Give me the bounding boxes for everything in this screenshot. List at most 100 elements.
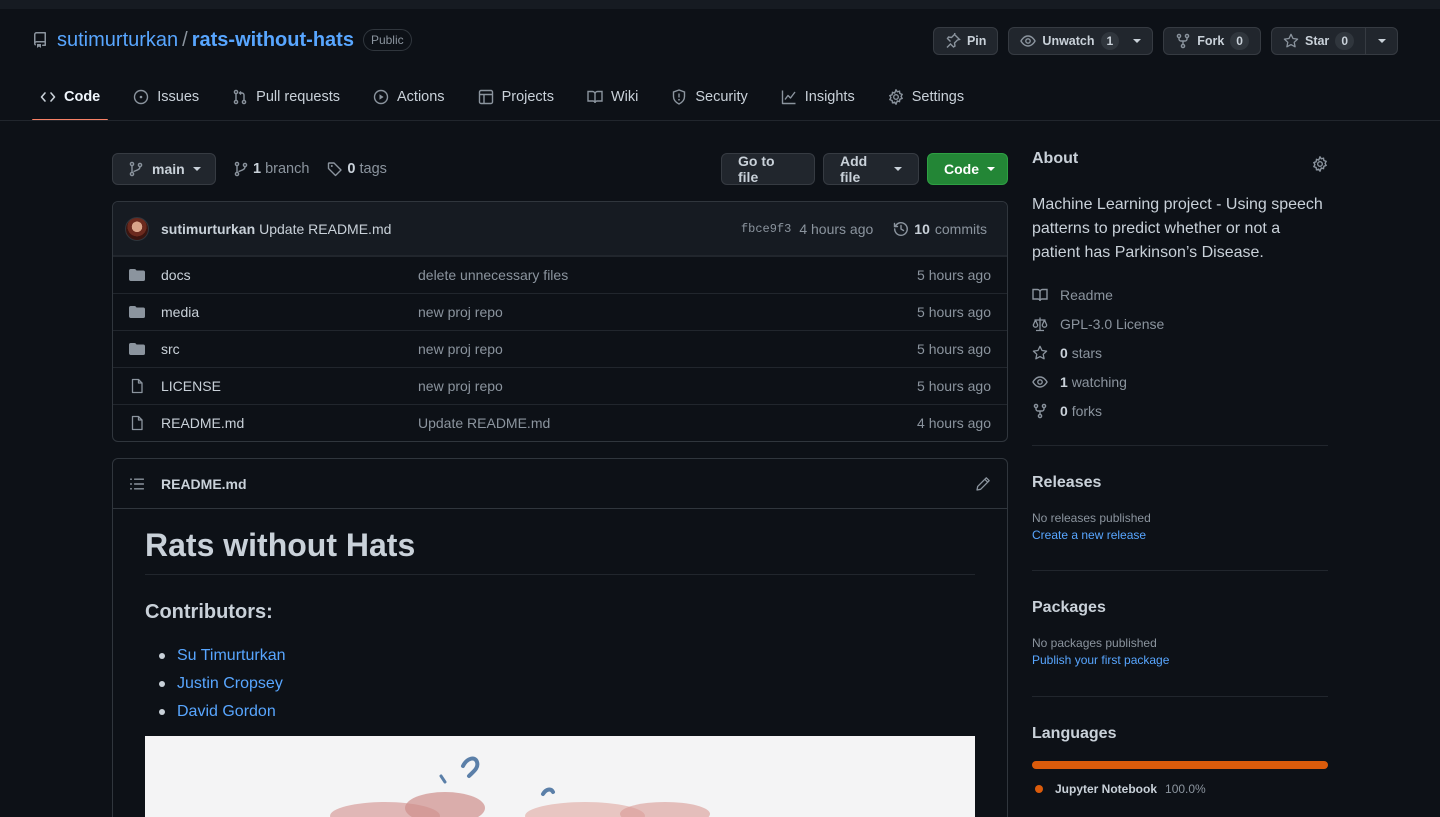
- tab-issues[interactable]: Issues: [125, 73, 207, 121]
- file-name[interactable]: src: [161, 341, 180, 357]
- branch-icon: [128, 161, 144, 177]
- stars-label: stars: [1071, 344, 1103, 361]
- code-button-label: Code: [944, 161, 979, 177]
- watch-count: 1: [1100, 32, 1120, 50]
- go-to-file-label: Go to file: [738, 153, 775, 185]
- repo-name-link[interactable]: rats-without-hats: [192, 29, 354, 52]
- gear-icon[interactable]: [1312, 156, 1328, 172]
- go-to-file-button[interactable]: Go to file: [721, 153, 815, 185]
- packages-empty-text: No packages published: [1032, 636, 1157, 650]
- tab-issues-label: Issues: [157, 89, 200, 105]
- contributor-link[interactable]: David Gordon: [177, 703, 276, 721]
- tab-wiki-label: Wiki: [610, 89, 639, 105]
- watchers-link[interactable]: 1 watching: [1032, 367, 1328, 396]
- list-item: David Gordon: [159, 698, 975, 726]
- branch-label: branch: [265, 161, 310, 177]
- readme-link[interactable]: Readme: [1032, 280, 1328, 309]
- readme-content: Rats without Hats Contributors: Su Timur…: [113, 509, 1007, 744]
- releases-heading[interactable]: Releases: [1032, 474, 1328, 492]
- file-commit-message[interactable]: delete unnecessary files: [418, 267, 568, 283]
- file-name[interactable]: media: [161, 304, 199, 320]
- readme-title: Rats without Hats: [145, 527, 975, 575]
- file-commit-message[interactable]: new proj repo: [418, 341, 503, 357]
- chevron-down-icon: [987, 167, 995, 171]
- file-name[interactable]: README.md: [161, 415, 244, 431]
- add-file-button[interactable]: Add file: [823, 153, 919, 185]
- file-row-src[interactable]: src new proj repo 5 hours ago: [113, 330, 1007, 367]
- publish-package-link[interactable]: Publish your first package: [1032, 653, 1328, 667]
- bullet: [159, 709, 165, 715]
- stars-link[interactable]: 0 stars: [1032, 338, 1328, 367]
- file-age: 5 hours ago: [917, 267, 991, 283]
- tab-security[interactable]: Security: [663, 73, 755, 121]
- languages-heading: Languages: [1032, 725, 1117, 742]
- tab-projects-label: Projects: [501, 89, 554, 105]
- license-label: GPL-3.0 License: [1060, 315, 1165, 332]
- commit-author[interactable]: sutimurturkan: [161, 221, 255, 237]
- commit-message[interactable]: Update README.md: [259, 221, 391, 237]
- pencil-icon[interactable]: [975, 476, 991, 492]
- tab-actions[interactable]: Actions: [365, 73, 453, 121]
- repo-owner-link[interactable]: sutimurturkan: [57, 29, 178, 52]
- readme-filename[interactable]: README.md: [161, 476, 247, 492]
- chevron-down-icon: [192, 167, 201, 171]
- commit-sha[interactable]: fbce9f3: [741, 222, 791, 236]
- contributor-link[interactable]: Justin Cropsey: [177, 675, 283, 693]
- tab-security-label: Security: [695, 89, 748, 105]
- star-count: 0: [1335, 32, 1354, 50]
- avatar[interactable]: [125, 216, 149, 241]
- license-link[interactable]: GPL-3.0 License: [1032, 309, 1328, 338]
- tab-projects[interactable]: Projects: [470, 73, 562, 121]
- file-commit-message[interactable]: new proj repo: [418, 304, 503, 320]
- file-commit-message[interactable]: new proj repo: [418, 378, 503, 394]
- branches-link[interactable]: 1 branch: [233, 161, 309, 177]
- history-icon: [893, 221, 909, 237]
- tags-link[interactable]: 0 tags: [327, 161, 387, 177]
- fork-button[interactable]: Fork 0: [1163, 27, 1261, 55]
- file-age: 5 hours ago: [917, 304, 991, 320]
- file-browser: sutimurturkan Update README.md fbce9f3 4…: [112, 201, 1008, 442]
- releases-section: Releases No releases published Create a …: [1032, 446, 1328, 570]
- book-icon: [587, 89, 603, 105]
- commit-label: commits: [934, 221, 987, 237]
- pin-icon: [945, 33, 961, 49]
- packages-heading[interactable]: Packages: [1032, 599, 1328, 617]
- branch-select-button[interactable]: main: [112, 153, 216, 185]
- tab-pull-requests[interactable]: Pull requests: [224, 73, 348, 121]
- chevron-down-icon: [1133, 39, 1142, 43]
- rats-illustration: [330, 756, 710, 817]
- pin-button[interactable]: Pin: [932, 27, 999, 55]
- pin-label: Pin: [966, 34, 987, 48]
- tab-code[interactable]: Code: [32, 73, 109, 121]
- folder-icon: [129, 341, 145, 357]
- create-release-link[interactable]: Create a new release: [1032, 528, 1328, 542]
- file-commit-message[interactable]: Update README.md: [418, 415, 550, 431]
- star-icon: [1032, 345, 1048, 361]
- tab-wiki[interactable]: Wiki: [579, 73, 646, 121]
- gear-icon: [888, 89, 904, 105]
- law-scale-icon: [1032, 316, 1048, 332]
- file-name[interactable]: docs: [161, 267, 191, 283]
- list-outline-icon[interactable]: [129, 476, 145, 492]
- forks-count: 0: [1060, 402, 1068, 419]
- branch-icon: [233, 161, 249, 177]
- file-row-license[interactable]: LICENSE new proj repo 5 hours ago: [113, 367, 1007, 404]
- star-button[interactable]: Star 0: [1270, 27, 1398, 55]
- contributor-link[interactable]: Su Timurturkan: [177, 647, 285, 665]
- file-row-docs[interactable]: docs delete unnecessary files 5 hours ag…: [113, 256, 1007, 293]
- tab-insights[interactable]: Insights: [773, 73, 863, 121]
- language-item[interactable]: Jupyter Notebook 100.0%: [1032, 782, 1328, 796]
- language-color-dot: [1035, 785, 1043, 793]
- unwatch-button[interactable]: Unwatch 1: [1008, 27, 1154, 55]
- commits-link[interactable]: 10 commits: [893, 221, 987, 237]
- file-name[interactable]: LICENSE: [161, 378, 221, 394]
- file-row-media[interactable]: media new proj repo 5 hours ago: [113, 293, 1007, 330]
- star-list-dropdown[interactable]: [1365, 28, 1397, 54]
- file-row-readme[interactable]: README.md Update README.md 4 hours ago: [113, 404, 1007, 441]
- forks-link[interactable]: 0 forks: [1032, 396, 1328, 425]
- fork-icon: [1032, 403, 1048, 419]
- fork-label: Fork: [1197, 34, 1225, 48]
- stars-count: 0: [1060, 344, 1068, 361]
- tab-settings[interactable]: Settings: [880, 73, 972, 121]
- code-download-button[interactable]: Code: [927, 153, 1008, 185]
